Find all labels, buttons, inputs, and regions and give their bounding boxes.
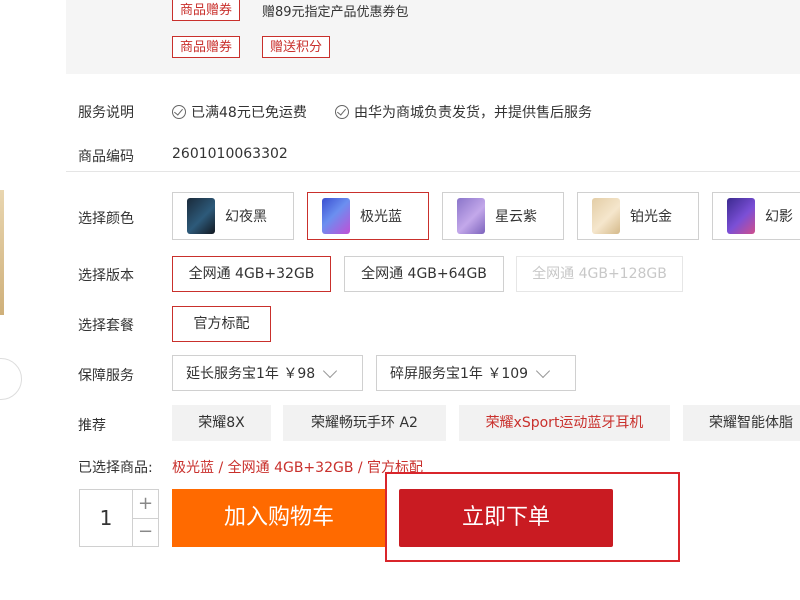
coupon-tag-2: 商品赠券 xyxy=(172,36,241,58)
color-option-phantom[interactable]: 幻影 xyxy=(712,192,800,240)
quantity-increase-button[interactable]: + xyxy=(133,490,158,518)
coupon-text: 赠89元指定产品优惠券包 xyxy=(262,5,409,20)
divider xyxy=(66,171,800,172)
chevron-down-icon xyxy=(536,363,551,378)
recommend-item-body-fat-scale[interactable]: 荣耀智能体脂 xyxy=(683,405,800,441)
phone-thumbnail-icon xyxy=(592,198,620,234)
buy-now-button[interactable]: 立即下单 xyxy=(399,489,613,547)
check-circle-icon xyxy=(172,105,186,119)
phone-thumbnail-icon xyxy=(322,198,350,234)
quantity-input[interactable]: 1 xyxy=(80,490,132,546)
phone-thumbnail-icon xyxy=(727,198,755,234)
check-circle-icon xyxy=(335,105,349,119)
quantity-decrease-button[interactable]: − xyxy=(133,518,158,546)
color-option-gold[interactable]: 铂光金 xyxy=(577,192,699,240)
service-item-huawei-delivery: 由华为商城负责发货，并提供售后服务 xyxy=(335,102,592,122)
selected-summary-label: 已选择商品: xyxy=(78,460,153,476)
points-tag: 赠送积分 xyxy=(262,36,331,58)
version-label: 选择版本 xyxy=(78,268,134,284)
service-item-free-shipping: 已满48元已免运费 xyxy=(172,102,307,122)
product-code-label: 商品编码 xyxy=(78,149,134,165)
phone-thumbnail-icon xyxy=(457,198,485,234)
color-label: 选择颜色 xyxy=(78,211,134,227)
version-option-128gb: 全网通 4GB+128GB xyxy=(516,256,683,292)
coupon-tag: 商品赠券 xyxy=(172,0,241,21)
recommend-item-xsport-earphones[interactable]: 荣耀xSport运动蓝牙耳机 xyxy=(459,405,670,441)
phone-thumbnail-icon xyxy=(187,198,215,234)
screen-warranty-dropdown[interactable]: 碎屏服务宝1年 ￥109 xyxy=(376,355,576,391)
product-image-fragment xyxy=(0,190,4,315)
warranty-label: 保障服务 xyxy=(78,368,134,384)
color-option-blue[interactable]: 极光蓝 xyxy=(307,192,429,240)
color-option-black[interactable]: 幻夜黑 xyxy=(172,192,294,240)
product-code-value: 2601010063302 xyxy=(172,146,288,162)
promo-panel: 商品赠券 赠89元指定产品优惠券包 商品赠券 赠送积分 xyxy=(66,0,800,74)
recommend-item-band-a2[interactable]: 荣耀畅玩手环 A2 xyxy=(283,405,446,441)
gallery-arrow-button[interactable] xyxy=(0,358,22,400)
version-option-32gb[interactable]: 全网通 4GB+32GB xyxy=(172,256,331,292)
add-to-cart-button[interactable]: 加入购物车 xyxy=(172,489,386,547)
service-label: 服务说明 xyxy=(78,105,134,121)
package-label: 选择套餐 xyxy=(78,318,134,334)
chevron-down-icon xyxy=(323,363,338,378)
extended-warranty-dropdown[interactable]: 延长服务宝1年 ￥98 xyxy=(172,355,363,391)
version-option-64gb[interactable]: 全网通 4GB+64GB xyxy=(344,256,504,292)
color-option-purple[interactable]: 星云紫 xyxy=(442,192,564,240)
package-option-standard[interactable]: 官方标配 xyxy=(172,306,271,342)
recommend-item-honor-8x[interactable]: 荣耀8X xyxy=(172,405,271,441)
recommend-label: 推荐 xyxy=(78,418,106,434)
